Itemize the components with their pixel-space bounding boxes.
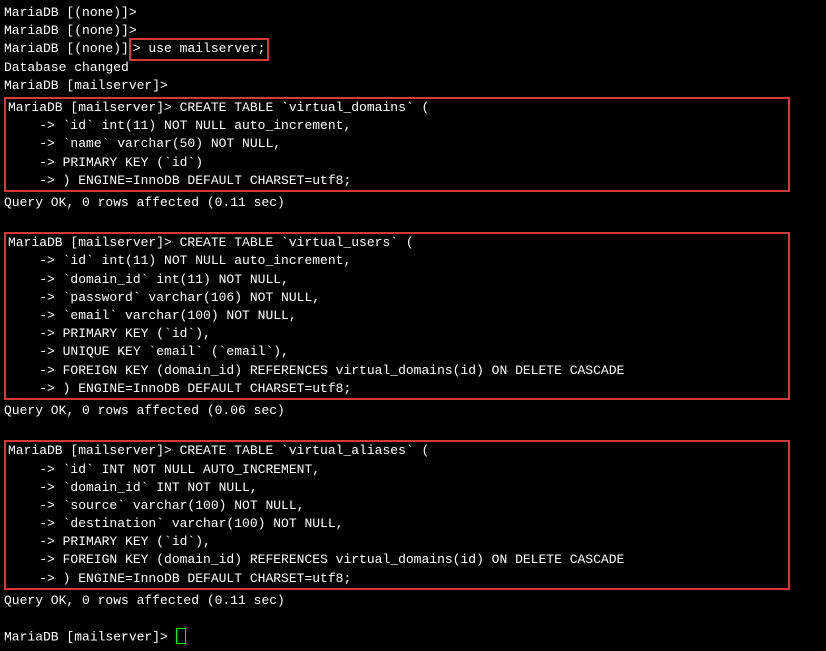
blank-line	[4, 610, 822, 628]
create-table-virtual-aliases: MariaDB [mailserver]> CREATE TABLE `virt…	[4, 440, 790, 590]
cursor-icon	[176, 628, 186, 644]
sql-line: -> `domain_id` int(11) NOT NULL,	[8, 271, 786, 289]
sql-line: -> FOREIGN KEY (domain_id) REFERENCES vi…	[8, 362, 786, 380]
query-result: Query OK, 0 rows affected (0.06 sec)	[4, 402, 822, 420]
prompt-line: MariaDB [(none)]>	[4, 4, 822, 22]
db-changed: Database changed	[4, 59, 822, 77]
prompt-line: MariaDB [mailserver]>	[4, 77, 822, 95]
prompt-line: MariaDB [(none)]>	[4, 22, 822, 40]
sql-line: -> `domain_id` INT NOT NULL,	[8, 479, 786, 497]
sql-line: -> `destination` varchar(100) NOT NULL,	[8, 515, 786, 533]
sql-line: -> UNIQUE KEY `email` (`email`),	[8, 343, 786, 361]
use-db-line: MariaDB [(none)]> use mailserver;	[4, 40, 822, 58]
sql-line: -> ) ENGINE=InnoDB DEFAULT CHARSET=utf8;	[8, 570, 786, 588]
sql-line: -> `id` int(11) NOT NULL auto_increment,	[8, 252, 786, 270]
sql-line: -> ) ENGINE=InnoDB DEFAULT CHARSET=utf8;	[8, 172, 786, 190]
command-highlight: > use mailserver;	[129, 38, 270, 60]
sql-line: -> PRIMARY KEY (`id`)	[8, 154, 786, 172]
blank-line	[4, 420, 822, 438]
sql-line: -> `id` int(11) NOT NULL auto_increment,	[8, 117, 786, 135]
create-table-virtual-domains: MariaDB [mailserver]> CREATE TABLE `virt…	[4, 97, 790, 192]
sql-line: MariaDB [mailserver]> CREATE TABLE `virt…	[8, 99, 786, 117]
prompt-text: MariaDB [mailserver]>	[4, 630, 176, 645]
terminal-output[interactable]: MariaDB [(none)]> MariaDB [(none)]> Mari…	[4, 4, 822, 647]
query-result: Query OK, 0 rows affected (0.11 sec)	[4, 194, 822, 212]
sql-line: -> `source` varchar(100) NOT NULL,	[8, 497, 786, 515]
sql-line: -> ) ENGINE=InnoDB DEFAULT CHARSET=utf8;	[8, 380, 786, 398]
sql-line: -> `email` varchar(100) NOT NULL,	[8, 307, 786, 325]
sql-line: -> `password` varchar(106) NOT NULL,	[8, 289, 786, 307]
query-result: Query OK, 0 rows affected (0.11 sec)	[4, 592, 822, 610]
sql-line: -> FOREIGN KEY (domain_id) REFERENCES vi…	[8, 551, 786, 569]
sql-line: MariaDB [mailserver]> CREATE TABLE `virt…	[8, 442, 786, 460]
current-prompt[interactable]: MariaDB [mailserver]>	[4, 628, 822, 647]
blank-line	[4, 212, 822, 230]
sql-line: -> PRIMARY KEY (`id`),	[8, 325, 786, 343]
sql-line: -> `name` varchar(50) NOT NULL,	[8, 135, 786, 153]
sql-line: -> `id` INT NOT NULL AUTO_INCREMENT,	[8, 461, 786, 479]
sql-line: -> PRIMARY KEY (`id`),	[8, 533, 786, 551]
sql-line: MariaDB [mailserver]> CREATE TABLE `virt…	[8, 234, 786, 252]
prompt-text: MariaDB [(none)]	[4, 40, 129, 58]
create-table-virtual-users: MariaDB [mailserver]> CREATE TABLE `virt…	[4, 232, 790, 400]
